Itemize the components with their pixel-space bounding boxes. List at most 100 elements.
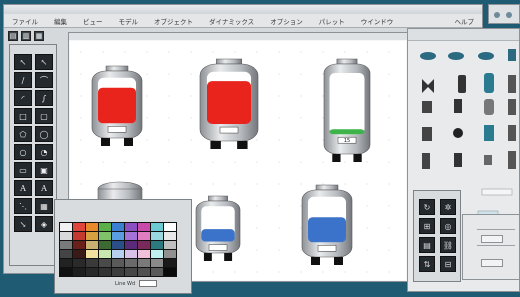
- pipe-icon[interactable]: ↘: [14, 216, 32, 232]
- secondary-window[interactable]: [488, 4, 520, 24]
- color-swatch[interactable]: [164, 241, 176, 249]
- menu-edit[interactable]: 編集: [46, 16, 75, 26]
- line-icon[interactable]: /: [14, 72, 32, 88]
- pointer-icon[interactable]: ↖: [35, 54, 53, 70]
- symbol-tank-icon[interactable]: [420, 49, 516, 61]
- color-swatch[interactable]: [99, 223, 111, 231]
- color-swatch[interactable]: [125, 259, 137, 267]
- color-swatch[interactable]: [86, 250, 98, 258]
- target-icon[interactable]: ◎: [440, 218, 456, 234]
- symbol-pump-icon[interactable]: [422, 99, 516, 115]
- menu-help[interactable]: ヘルプ: [447, 16, 483, 26]
- gear-icon[interactable]: ✲: [440, 199, 456, 215]
- rounded-rect-icon[interactable]: ▢: [35, 108, 53, 124]
- menu-options[interactable]: オプション: [262, 16, 311, 26]
- color-swatch[interactable]: [60, 268, 72, 276]
- color-swatch[interactable]: [86, 223, 98, 231]
- tank-2[interactable]: [199, 58, 259, 149]
- color-swatch[interactable]: [138, 241, 150, 249]
- menu-model[interactable]: モデル: [111, 16, 147, 26]
- color-swatch[interactable]: [112, 268, 124, 276]
- color-swatch[interactable]: [138, 232, 150, 240]
- color-swatch[interactable]: [73, 241, 85, 249]
- curve-icon[interactable]: ∫: [35, 90, 53, 106]
- pie-icon[interactable]: ◔: [35, 144, 53, 160]
- dialog-field[interactable]: [481, 235, 503, 243]
- frame-icon[interactable]: ▣: [35, 162, 53, 178]
- color-swatch[interactable]: [73, 250, 85, 258]
- polygon-icon[interactable]: ⬠: [14, 126, 32, 142]
- color-swatch[interactable]: [125, 250, 137, 258]
- rotate-icon[interactable]: ↻: [419, 199, 435, 215]
- text-icon[interactable]: A: [14, 180, 32, 196]
- color-swatch[interactable]: [164, 259, 176, 267]
- symbol-vessel-icon[interactable]: [422, 125, 516, 141]
- color-swatch[interactable]: [164, 232, 176, 240]
- tank-1[interactable]: [91, 65, 143, 146]
- color-swatch[interactable]: [60, 223, 72, 231]
- menu-dynamics[interactable]: ダイナミックス: [201, 16, 262, 26]
- color-swatch[interactable]: [138, 268, 150, 276]
- symbol-valve-icon[interactable]: [422, 73, 516, 93]
- ellipse-icon[interactable]: ◯: [35, 126, 53, 142]
- grid-snap-icon[interactable]: ⊞: [419, 218, 435, 234]
- color-swatch[interactable]: [60, 259, 72, 267]
- color-swatch[interactable]: [112, 259, 124, 267]
- color-swatch[interactable]: [151, 250, 163, 258]
- menu-window[interactable]: ウインドウ: [353, 16, 402, 26]
- color-swatch[interactable]: [99, 232, 111, 240]
- color-swatch[interactable]: [86, 232, 98, 240]
- open-icon[interactable]: ▥: [21, 31, 31, 41]
- color-swatch[interactable]: [73, 259, 85, 267]
- color-swatch[interactable]: [112, 250, 124, 258]
- select-arrow-icon[interactable]: ↖: [14, 54, 32, 70]
- save-icon[interactable]: ▦: [34, 31, 44, 41]
- tank-5[interactable]: [301, 184, 353, 265]
- color-swatch[interactable]: [99, 241, 111, 249]
- color-swatch[interactable]: [86, 241, 98, 249]
- color-swatch[interactable]: [138, 259, 150, 267]
- color-swatch[interactable]: [151, 259, 163, 267]
- color-swatch[interactable]: [112, 232, 124, 240]
- color-swatch[interactable]: [125, 241, 137, 249]
- color-swatch[interactable]: [164, 250, 176, 258]
- symbol-icon[interactable]: ◈: [35, 216, 53, 232]
- tank-4[interactable]: [195, 195, 241, 261]
- layer-icon[interactable]: ▤: [419, 237, 435, 253]
- line-width-field[interactable]: [139, 280, 158, 287]
- color-swatch[interactable]: [73, 232, 85, 240]
- color-swatch[interactable]: [164, 268, 176, 276]
- connector-icon[interactable]: ⋱: [14, 198, 32, 214]
- color-swatch[interactable]: [151, 268, 163, 276]
- polyline-icon[interactable]: ⌒: [35, 72, 53, 88]
- color-swatch[interactable]: [138, 223, 150, 231]
- color-swatch[interactable]: [99, 268, 111, 276]
- color-swatch[interactable]: [73, 268, 85, 276]
- button-icon[interactable]: ▭: [14, 162, 32, 178]
- tank-3[interactable]: 15: [323, 58, 371, 162]
- color-swatch[interactable]: [60, 241, 72, 249]
- menu-palette[interactable]: パレット: [311, 16, 353, 26]
- flip-icon[interactable]: ⇅: [419, 256, 435, 272]
- color-swatch[interactable]: [125, 268, 137, 276]
- align-icon[interactable]: ⊟: [440, 256, 456, 272]
- color-swatch[interactable]: [86, 268, 98, 276]
- color-swatch[interactable]: [73, 223, 85, 231]
- color-swatch[interactable]: [60, 250, 72, 258]
- color-swatch[interactable]: [86, 259, 98, 267]
- menu-view[interactable]: ビュー: [75, 16, 111, 26]
- color-swatch[interactable]: [151, 241, 163, 249]
- circle-icon[interactable]: ○: [14, 144, 32, 160]
- bitmap-icon[interactable]: ▦: [35, 198, 53, 214]
- arc-icon[interactable]: ◜: [14, 90, 32, 106]
- color-swatch[interactable]: [112, 241, 124, 249]
- color-swatch[interactable]: [164, 223, 176, 231]
- color-swatch[interactable]: [151, 223, 163, 231]
- symbol-misc-icon[interactable]: [422, 151, 516, 169]
- color-swatch[interactable]: [138, 250, 150, 258]
- color-swatch[interactable]: [99, 250, 111, 258]
- color-swatch[interactable]: [60, 232, 72, 240]
- rectangle-icon[interactable]: □: [14, 108, 32, 124]
- color-swatch[interactable]: [99, 259, 111, 267]
- color-swatch[interactable]: [125, 232, 137, 240]
